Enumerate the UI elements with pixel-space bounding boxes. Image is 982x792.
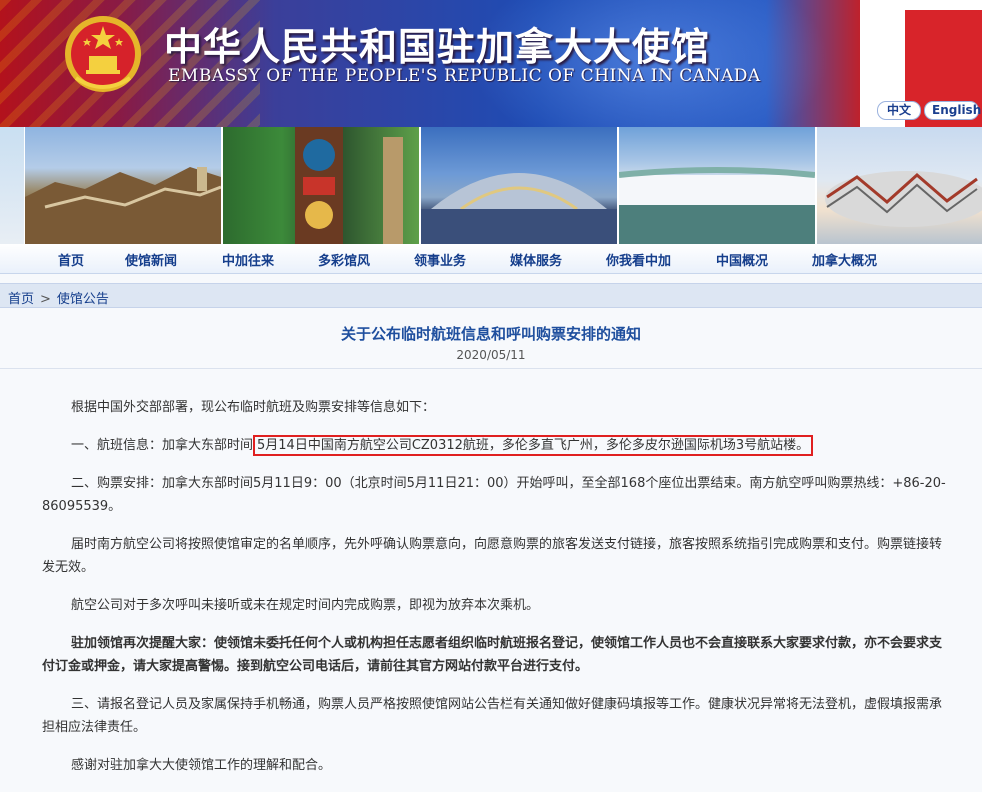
site-title-en: EMBASSY OF THE PEOPLE'S REPUBLIC OF CHIN… — [168, 66, 761, 86]
main-nav: 首页 使馆新闻 中加往来 多彩馆风 领事业务 媒体服务 你我看中加 中国概况 加… — [0, 244, 982, 274]
birds-nest-photo — [817, 127, 982, 244]
breadcrumb-section[interactable]: 使馆公告 — [57, 292, 109, 307]
flight-info-highlight: 5月14日中国南方航空公司CZ0312航班，多伦多直飞广州，多伦多皮尔逊国际机场… — [253, 435, 814, 456]
nav-embassy-life[interactable]: 多彩馆风 — [318, 250, 370, 269]
nav-home[interactable]: 首页 — [58, 250, 84, 269]
paragraph-missed-call: 航空公司对于多次呼叫未接听或未在规定时间内完成购票，即视为放弃本次乘机。 — [71, 598, 540, 613]
article-title: 关于公布临时航班信息和呼叫购票安排的通知 — [340, 325, 641, 343]
paragraph-call-order: 届时南方航空公司将按照使馆审定的名单顺序，先外呼确认购票意向，向愿意购票的旅客发… — [42, 537, 943, 575]
language-english-button[interactable]: English — [924, 101, 981, 120]
breadcrumb: 首页 > 使馆公告 — [8, 288, 109, 307]
paragraph-flight-info: 一、航班信息：加拿大东部时间 5月14日中国南方航空公司CZ0312航班，多伦多直… — [42, 434, 952, 457]
nav-you-and-me[interactable]: 你我看中加 — [606, 250, 671, 269]
header-banner: 中华人民共和国驻加拿大大使馆 EMBASSY OF THE PEOPLE'S R… — [0, 0, 982, 127]
paragraph-health-code: 三、请报名登记人员及家属保持手机畅通，购票人员严格按照使馆网站公告栏有关通知做好… — [42, 697, 943, 735]
national-theatre-photo — [421, 127, 617, 244]
photo-strip — [0, 127, 982, 244]
niagara-falls-photo — [619, 127, 815, 244]
nav-media-services[interactable]: 媒体服务 — [510, 250, 562, 269]
article-header: 关于公布临时航班信息和呼叫购票安排的通知 2020/05/11 — [0, 309, 982, 369]
breadcrumb-home[interactable]: 首页 — [8, 292, 34, 307]
nav-canada-overview[interactable]: 加拿大概况 — [812, 250, 877, 269]
breadcrumb-separator: > — [40, 292, 51, 307]
article-date: 2020/05/11 — [456, 348, 526, 362]
nav-china-overview[interactable]: 中国概况 — [716, 250, 768, 269]
nav-embassy-news[interactable]: 使馆新闻 — [125, 250, 177, 269]
paragraph-thanks: 感谢对驻加拿大大使领馆工作的理解和配合。 — [71, 758, 332, 773]
nav-china-canada-relations[interactable]: 中加往来 — [222, 250, 274, 269]
language-chinese-button[interactable]: 中文 — [877, 101, 921, 120]
article-body: 根据中国外交部部署，现公布临时航班及购票安排等信息如下： 一、航班信息：加拿大东… — [42, 396, 952, 792]
great-wall-photo — [25, 127, 221, 244]
national-emblem-icon — [65, 16, 141, 92]
paragraph-warning: 驻加领馆再次提醒大家：使领馆未委托任何个人或机构担任志愿者组织临时航班报名登记，… — [42, 636, 943, 674]
nav-consular-services[interactable]: 领事业务 — [414, 250, 466, 269]
paragraph-ticket-arrangement: 二、购票安排：加拿大东部时间5月11日9：00（北京时间5月11日21：00）开… — [42, 476, 946, 514]
totem-pole-photo — [223, 127, 419, 244]
breadcrumb-bar: 首页 > 使馆公告 — [0, 283, 982, 308]
site-title-cn: 中华人民共和国驻加拿大大使馆 — [164, 24, 711, 69]
birds-nest-photo-left — [0, 127, 24, 244]
flight-info-prefix: 一、航班信息：加拿大东部时间 — [71, 438, 254, 453]
paragraph-intro: 根据中国外交部部署，现公布临时航班及购票安排等信息如下： — [71, 400, 436, 415]
